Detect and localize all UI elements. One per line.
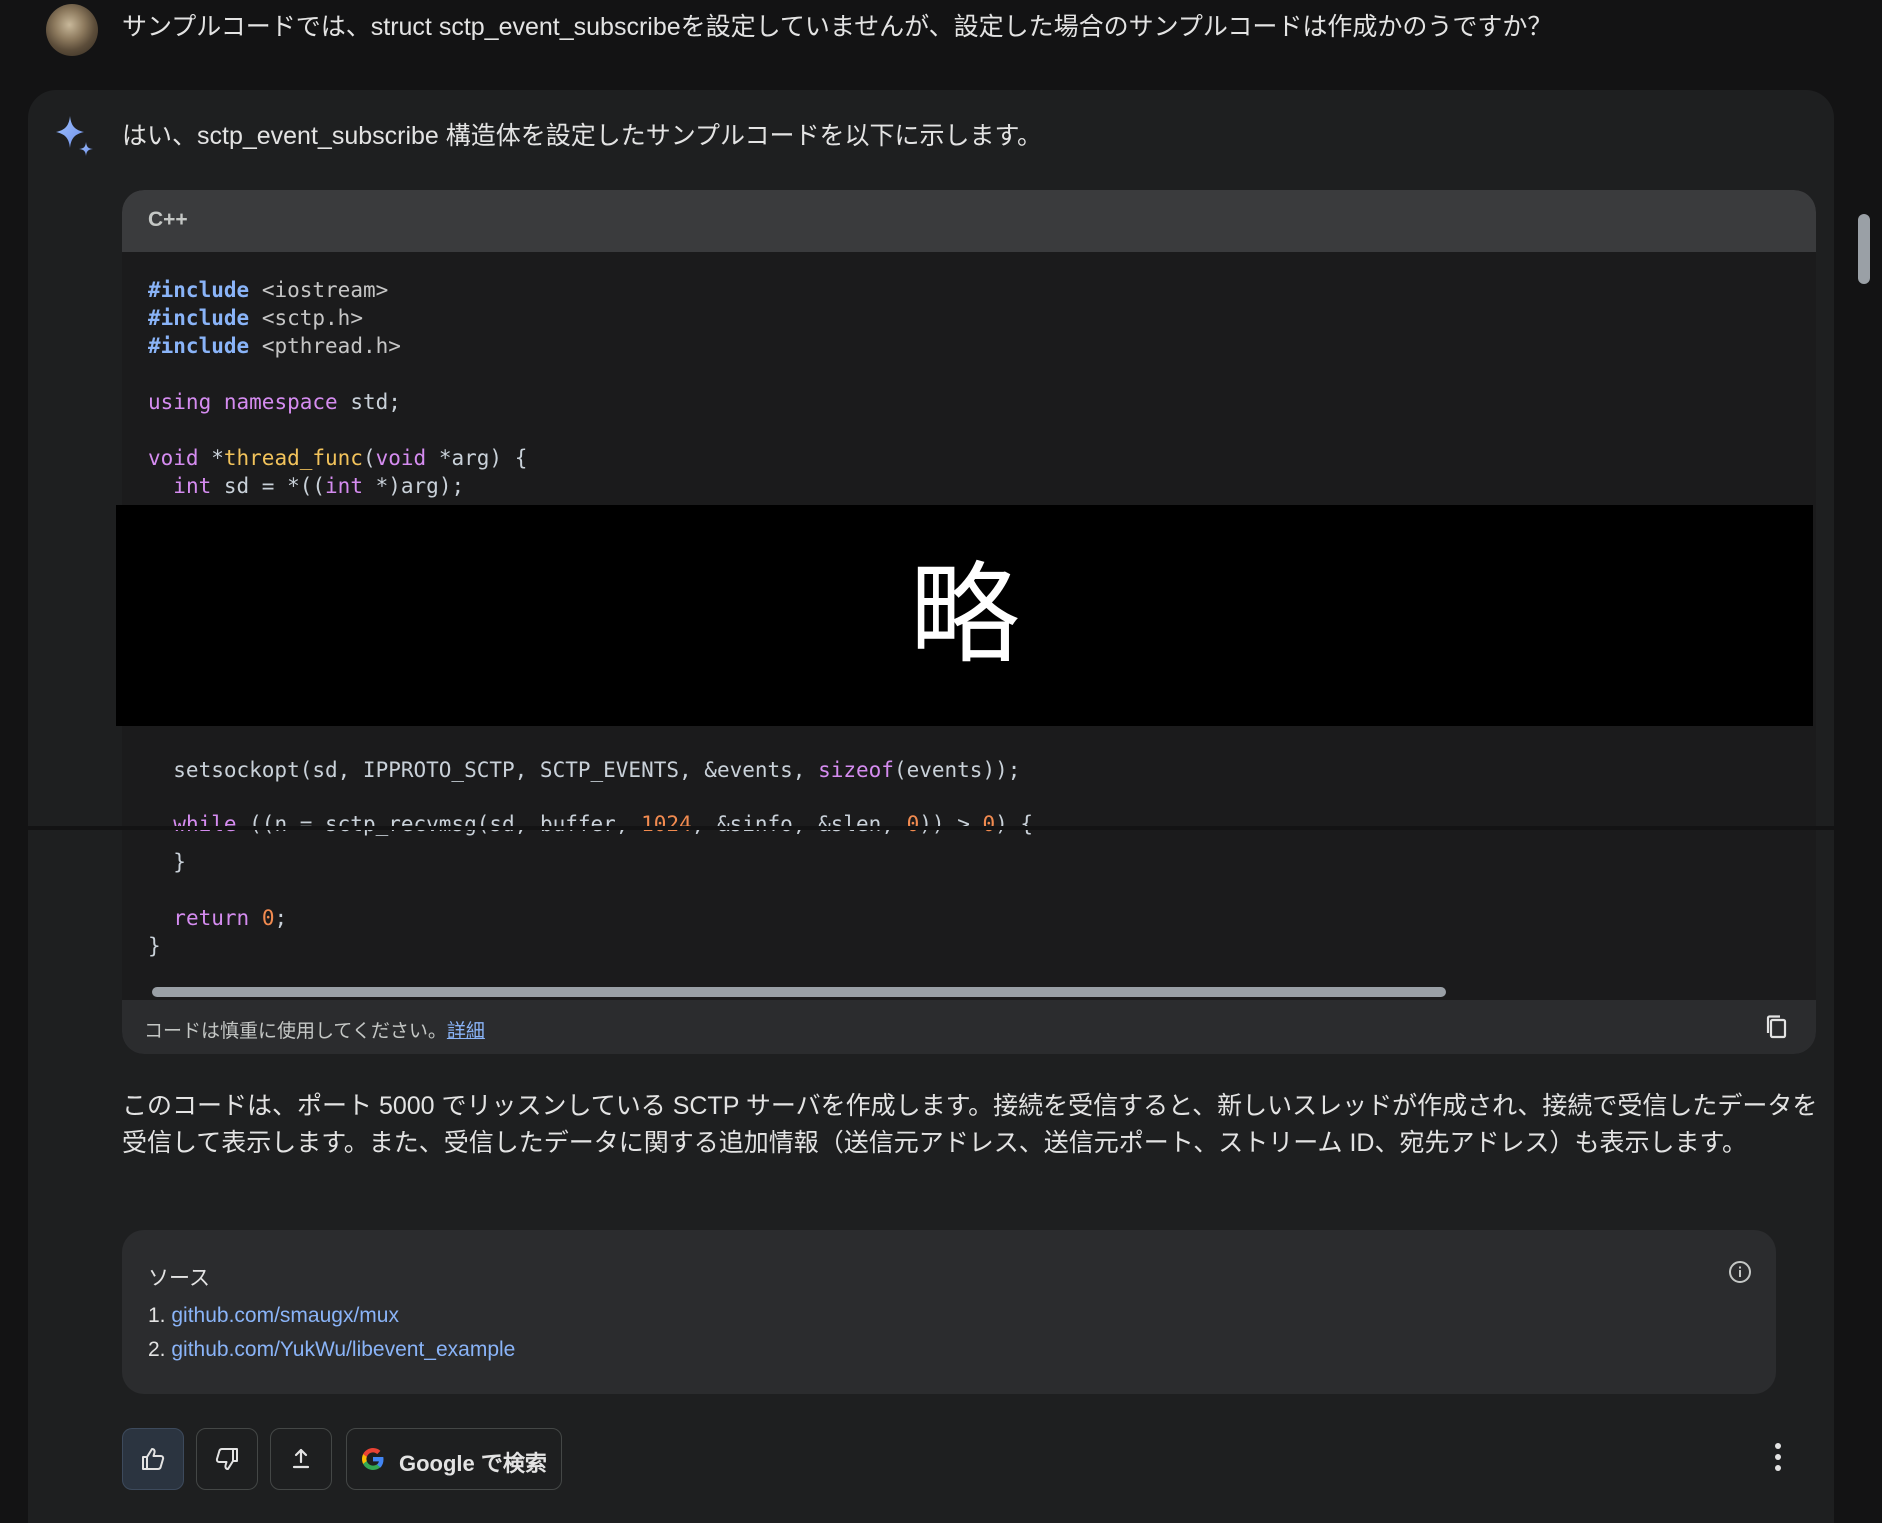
source-item[interactable]: 2. github.com/YukWu/libevent_example: [148, 1338, 515, 1362]
code-line: setsockopt(sd, IPPROTO_SCTP, SCTP_EVENTS…: [148, 758, 1021, 782]
response-explanation: このコードは、ポート 5000 でリッスンしている SCTP サーバを作成します…: [122, 1092, 1818, 1157]
page-scrollbar[interactable]: [1858, 214, 1870, 284]
sources-panel: ソース 1. github.com/smaugx/mux 2. github.c…: [122, 1230, 1776, 1394]
thumb-down-icon: [215, 1448, 238, 1470]
user-avatar[interactable]: [46, 4, 98, 56]
thumb-up-icon: [142, 1448, 165, 1470]
code-footer: コードは慎重に使用してください。詳細: [122, 1000, 1816, 1054]
user-prompt-text: サンプルコードでは、struct sctp_event_subscribeを設定…: [122, 13, 1553, 41]
code-scroll-thumb[interactable]: [152, 987, 1446, 997]
code-header: C++: [122, 190, 1816, 252]
disclaimer-text: コードは慎重に使用してください。: [144, 1021, 447, 1042]
source-link[interactable]: github.com/smaugx/mux: [171, 1304, 399, 1327]
source-number: 2.: [148, 1338, 166, 1361]
code-line: using namespace std;: [148, 390, 401, 414]
thumb-down-button[interactable]: [196, 1428, 258, 1490]
source-link[interactable]: github.com/YukWu/libevent_example: [171, 1338, 515, 1361]
google-search-button[interactable]: Google で検索: [346, 1428, 562, 1490]
source-item[interactable]: 1. github.com/smaugx/mux: [148, 1304, 399, 1328]
code-disclaimer: コードは慎重に使用してください。詳細: [144, 1016, 485, 1043]
thumb-up-button[interactable]: [122, 1428, 184, 1490]
info-icon[interactable]: [1728, 1260, 1752, 1284]
sparkle-icon: [56, 116, 93, 156]
code-line: #include <sctp.h>: [148, 306, 363, 330]
code-horizontal-scrollbar[interactable]: [122, 982, 1816, 1000]
google-search-label: Google で検索: [399, 1451, 547, 1476]
code-line: int sd = *((int *)arg);: [173, 474, 465, 498]
redaction-overlay: 略: [116, 505, 1813, 726]
share-icon: [292, 1448, 310, 1469]
response-card: はい、sctp_event_subscribe 構造体を設定したサンプルコードを…: [28, 90, 1834, 1523]
code-line: while ((n = sctp_recvmsg(sd, buffer, 102…: [173, 812, 1034, 836]
google-g-icon: [362, 1448, 384, 1470]
copy-icon[interactable]: [1764, 1014, 1790, 1040]
user-prompt-row: サンプルコードでは、struct sctp_event_subscribeを設定…: [0, 0, 1882, 88]
code-cut-line: [0, 826, 1882, 830]
more-vert-icon[interactable]: [1766, 1432, 1790, 1482]
code-line: #include <iostream>: [148, 278, 389, 302]
code-line: void *thread_func(void *arg) {: [148, 446, 528, 470]
response-intro: はい、sctp_event_subscribe 構造体を設定したサンプルコードを…: [122, 122, 1043, 150]
code-line: }: [148, 934, 161, 958]
disclaimer-details-link[interactable]: 詳細: [447, 1021, 485, 1042]
sources-title: ソース: [148, 1267, 210, 1290]
share-button[interactable]: [270, 1428, 332, 1490]
redaction-label: 略: [909, 551, 1020, 679]
code-line: #include <pthread.h>: [148, 334, 401, 358]
source-number: 1.: [148, 1304, 166, 1327]
code-language-label: C++: [148, 208, 188, 231]
code-line: }: [148, 850, 186, 874]
code-line: return 0;: [173, 906, 288, 930]
